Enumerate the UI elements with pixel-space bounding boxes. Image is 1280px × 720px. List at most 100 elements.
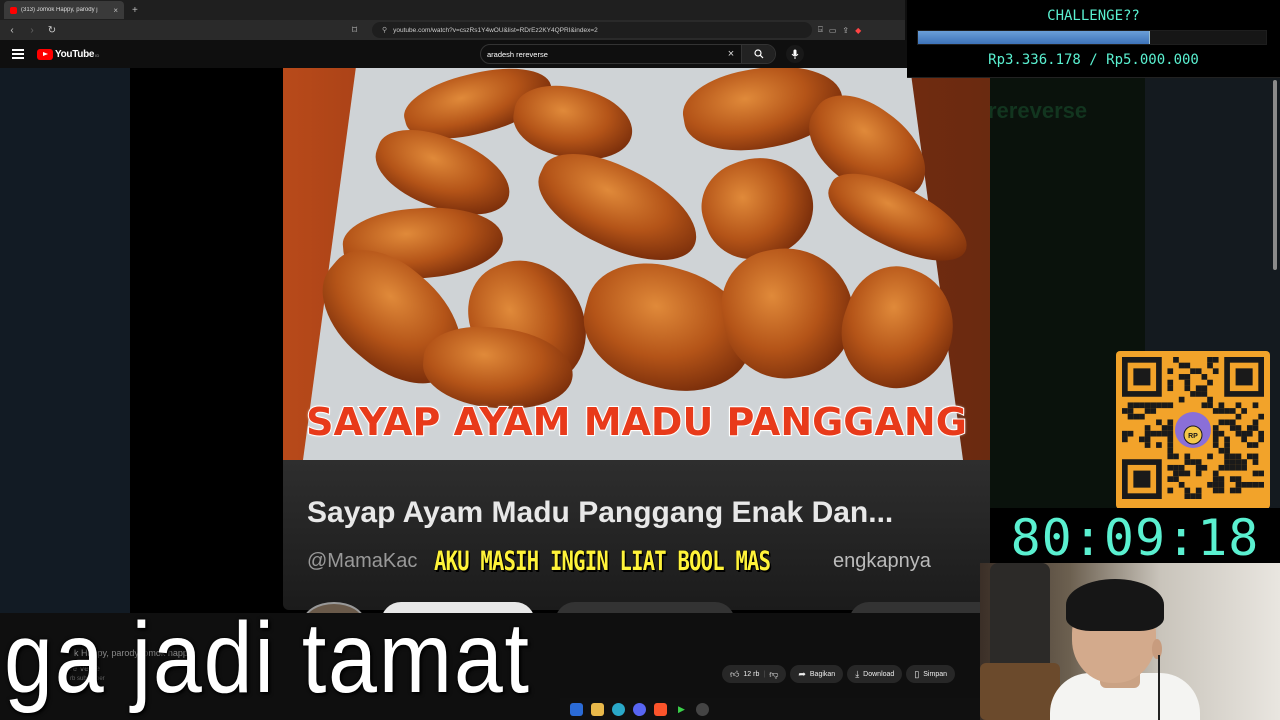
qr-module: [1173, 464, 1179, 471]
qr-module: [1178, 396, 1185, 403]
qr-module: [1235, 464, 1242, 471]
qr-module: [1133, 402, 1140, 409]
obs-icon[interactable]: [696, 702, 709, 716]
qr-module: [1167, 442, 1174, 448]
qr-module: [1229, 425, 1236, 431]
qr-module: [1144, 442, 1151, 448]
search-box[interactable]: aradesh rereverse ×: [480, 44, 776, 64]
media-player-icon[interactable]: ▶: [675, 703, 688, 716]
ghost-channel-text: rereverse: [988, 98, 1088, 123]
qr-module: [1258, 413, 1264, 420]
file-explorer-icon[interactable]: [591, 702, 604, 716]
qr-module: [1246, 425, 1253, 431]
share-icon: ➦: [798, 668, 806, 679]
qr-module: [1195, 391, 1202, 397]
qr-module: [1184, 459, 1191, 465]
new-tab-button[interactable]: +: [132, 5, 138, 16]
qr-module: [1190, 368, 1196, 375]
qr-module: [1252, 453, 1259, 460]
qr-module: [1144, 436, 1151, 443]
qr-module: [1167, 430, 1174, 437]
scrollbar[interactable]: [1272, 80, 1278, 270]
discord-icon[interactable]: [633, 702, 646, 716]
card-video-title[interactable]: Sayap Ayam Madu Panggang Enak Dan...: [307, 496, 893, 530]
qr-module: [1218, 430, 1225, 437]
qr-module: [1258, 436, 1264, 443]
qr-module: [1184, 470, 1191, 477]
qr-module: [1167, 425, 1174, 431]
download-button[interactable]: ⤓ Download: [847, 665, 903, 683]
search-icon: [753, 49, 763, 59]
url-text: youtube.com/watch?v=cszRs1Y4wOU&list=RDr…: [393, 26, 598, 34]
voice-search-button[interactable]: [786, 45, 804, 63]
qr-module: [1212, 476, 1219, 482]
qr-module: [1218, 447, 1225, 454]
qr-module: [1207, 362, 1213, 369]
qr-module: [1207, 396, 1213, 403]
qr-module: [1127, 408, 1134, 414]
brave-icon[interactable]: [654, 702, 667, 716]
like-button[interactable]: 👍︎ 12 rb | 👎︎: [722, 665, 787, 683]
qr-module: [1235, 430, 1242, 437]
back-icon[interactable]: ‹: [4, 25, 20, 36]
save-button[interactable]: ▯ Simpan: [906, 665, 955, 683]
cast-icon[interactable]: ▭: [829, 26, 837, 35]
qr-module: [1144, 402, 1151, 409]
qr-module: [1201, 402, 1208, 409]
qr-module: [1195, 470, 1202, 477]
qr-module: [1201, 374, 1208, 380]
qr-module: [1167, 368, 1174, 375]
brave-shield-icon[interactable]: ◆: [855, 26, 861, 35]
qr-module: [1190, 459, 1196, 465]
qr-module: [1190, 391, 1196, 397]
qr-module: [1173, 357, 1179, 363]
qr-finder-pattern: [1235, 368, 1253, 386]
windows-start-icon[interactable]: [570, 702, 583, 716]
scrollbar-thumb[interactable]: [1273, 80, 1277, 270]
forward-icon[interactable]: ›: [24, 25, 40, 36]
like-count: 12 rb: [743, 670, 760, 678]
qr-module: [1207, 402, 1213, 409]
donation-qr-code: RP: [1116, 351, 1270, 509]
reload-icon[interactable]: ↻: [44, 25, 60, 36]
search-button[interactable]: [741, 45, 775, 63]
search-input[interactable]: aradesh rereverse: [481, 50, 721, 59]
qr-module: [1212, 481, 1219, 488]
tab-close-icon[interactable]: ×: [113, 6, 118, 15]
challenge-progress-bar: [917, 30, 1267, 45]
qr-module: [1139, 436, 1145, 443]
qr-module: [1184, 362, 1191, 369]
thumbs-up-icon: 👍︎: [730, 668, 740, 679]
stream-subtitle: AKU MASIH INGIN LIAT BOOL MAS: [434, 546, 772, 578]
card-channel-handle[interactable]: @MamaKac: [307, 550, 417, 573]
share-button[interactable]: ➦ Bagikan: [790, 665, 844, 683]
youtube-header: YouTube ID aradesh rereverse ×: [0, 40, 905, 68]
address-bar[interactable]: ⚲ youtube.com/watch?v=cszRs1Y4wOU&list=R…: [372, 22, 812, 38]
translate-icon[interactable]: ⍈: [818, 25, 823, 35]
qr-module: [1173, 453, 1179, 460]
menu-icon[interactable]: [12, 47, 24, 62]
youtube-logo[interactable]: YouTube ID: [37, 48, 99, 60]
qr-module: [1229, 453, 1236, 460]
qr-module: [1224, 419, 1230, 426]
video-thumbnail[interactable]: SAYAP AYAM MADU PANGGANG: [283, 68, 990, 460]
qr-module: [1178, 362, 1185, 369]
qr-module: [1224, 447, 1230, 454]
browser-tabbar: (313) Jomok Happy, parody j × +: [0, 0, 905, 20]
card-show-more[interactable]: engkapnya: [833, 550, 931, 573]
thumbs-down-icon[interactable]: 👎︎: [769, 669, 778, 680]
edge-icon[interactable]: [612, 702, 625, 716]
search-clear-icon[interactable]: ×: [721, 48, 741, 60]
browser-navbar: ‹ › ↻ ⌑ ⚲ youtube.com/watch?v=cszRs1Y4wO…: [0, 20, 905, 40]
qr-module: [1224, 442, 1230, 448]
qr-module: [1178, 481, 1185, 488]
qr-module: [1229, 408, 1236, 414]
webcam-ear: [1152, 639, 1162, 659]
bookmark-icon[interactable]: ⌑: [352, 25, 366, 36]
browser-tab[interactable]: (313) Jomok Happy, parody j ×: [4, 1, 124, 19]
site-info-icon[interactable]: ⚲: [382, 26, 387, 34]
qr-finder-pattern: [1133, 470, 1151, 488]
qr-module: [1122, 436, 1128, 443]
screen: (313) Jomok Happy, parody j × + ‹ › ↻ ⌑ …: [0, 0, 1280, 720]
share-page-icon[interactable]: ⇪: [842, 26, 849, 35]
